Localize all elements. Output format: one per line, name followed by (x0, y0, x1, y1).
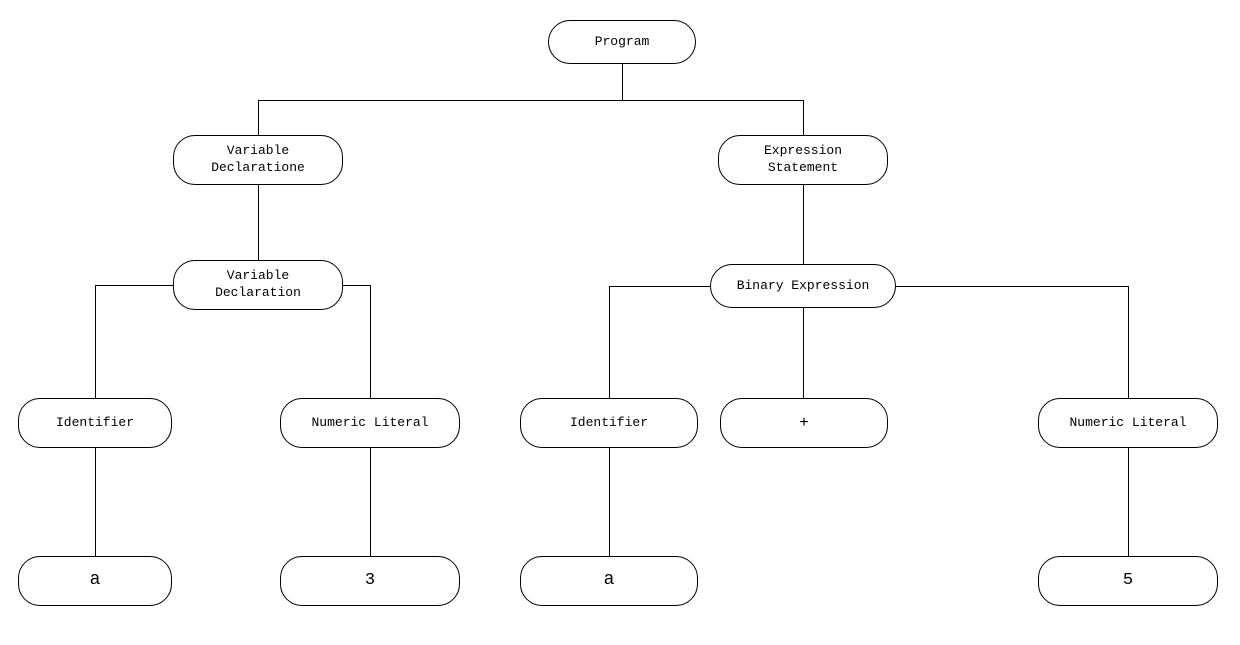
node-label: Numeric Literal (1069, 415, 1186, 432)
connector (803, 308, 804, 398)
connector (1128, 286, 1129, 398)
node-label: Identifier (56, 415, 134, 432)
node-three: 3 (280, 556, 460, 606)
node-five: 5 (1038, 556, 1218, 606)
connector (1128, 448, 1129, 556)
connector (803, 185, 804, 264)
node-label: Variable Declaratione (211, 143, 305, 177)
connector (609, 286, 710, 287)
node-identifier-2: Identifier (520, 398, 698, 448)
node-label: 5 (1123, 570, 1133, 592)
node-program: Program (548, 20, 696, 64)
connector (370, 448, 371, 556)
connector (95, 285, 96, 398)
node-label: Numeric Literal (311, 415, 428, 432)
node-label: Variable Declaration (215, 268, 301, 302)
node-binary-expression: Binary Expression (710, 264, 896, 308)
node-identifier-1: Identifier (18, 398, 172, 448)
connector (258, 100, 259, 135)
node-a-1: a (18, 556, 172, 606)
connector (258, 100, 803, 101)
connector (609, 448, 610, 556)
connector (609, 286, 610, 398)
node-label: Expression Statement (764, 143, 842, 177)
node-label: + (799, 413, 809, 434)
node-label: a (90, 569, 101, 592)
node-variable-declarations: Variable Declaratione (173, 135, 343, 185)
node-label: Program (595, 34, 650, 51)
node-numeric-literal-1: Numeric Literal (280, 398, 460, 448)
connector (622, 64, 623, 100)
node-plus: + (720, 398, 888, 448)
connector (803, 100, 804, 135)
node-variable-declaration: Variable Declaration (173, 260, 343, 310)
connector (95, 285, 173, 286)
node-label: Identifier (570, 415, 648, 432)
node-numeric-literal-2: Numeric Literal (1038, 398, 1218, 448)
node-expression-statement: Expression Statement (718, 135, 888, 185)
connector (896, 286, 1129, 287)
node-label: Binary Expression (737, 278, 870, 295)
connector (343, 285, 371, 286)
node-label: 3 (365, 570, 375, 592)
connector (258, 185, 259, 260)
node-label: a (604, 569, 615, 592)
connector (95, 448, 96, 556)
node-a-2: a (520, 556, 698, 606)
connector (370, 285, 371, 398)
